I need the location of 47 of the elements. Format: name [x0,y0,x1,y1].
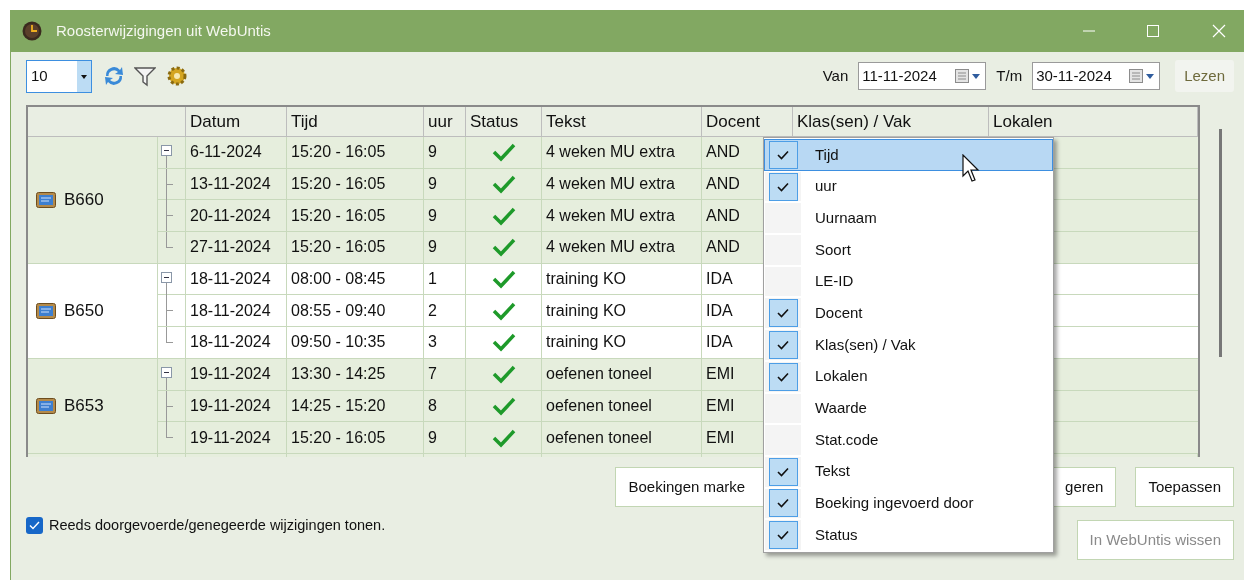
hour-cell: 3 [424,327,466,359]
text-cell: 4 weken MU extra [542,137,702,169]
hour-cell: 8 [424,390,466,423]
date-cell: 19-11-2024 [186,390,287,423]
text-cell: training KO [542,295,702,328]
hour-cell: 9 [424,422,466,454]
time-cell: 15:20 - 16:05 [287,200,424,233]
time-cell: 08:00 - 08:45 [287,263,424,296]
checkbox-label: Reeds doorgevoerde/genegeerde wijzigingen tonen. [49,516,386,535]
text-cell: 4 weken MU extra [542,232,702,264]
hour-cell: 9 [424,200,466,233]
hour-cell: 9 [424,232,466,264]
room-name: B653 [64,395,104,418]
text-cell: oefenen toneel [542,390,702,423]
date-cell: 6-11-2024 [186,137,287,169]
date-cell: 19-11-2024 [186,358,287,391]
time-cell: 15:20 - 16:05 [287,168,424,201]
time-cell: 15:20 - 16:05 [287,232,424,264]
time-cell: 14:25 - 15:20 [287,390,424,423]
date-cell: 18-11-2024 [186,263,287,296]
hour-cell: 1 [424,263,466,296]
time-cell: 13:30 - 14:25 [287,358,424,391]
room-name: B650 [64,300,104,323]
text-cell: oefenen toneel [542,422,702,454]
date-cell: 27-11-2024 [186,232,287,264]
room-name: B660 [64,189,104,212]
hour-cell: 9 [424,168,466,201]
date-cell: 18-11-2024 [186,295,287,328]
hour-cell: 7 [424,358,466,391]
time-cell: 09:50 - 10:35 [287,327,424,359]
date-cell: 19-11-2024 [186,422,287,454]
text-cell: training KO [542,327,702,359]
time-cell: 08:55 - 09:40 [287,295,424,328]
time-cell: 15:20 - 16:05 [287,137,424,169]
date-cell: 13-11-2024 [186,168,287,201]
text-cell: oefenen toneel [542,358,702,391]
date-cell: 18-11-2024 [186,327,287,359]
date-cell: 20-11-2024 [186,200,287,233]
from-label: Van [822,65,849,86]
to-label: T/m [996,65,1023,86]
text-cell: 4 weken MU extra [542,200,702,233]
time-cell: 15:20 - 16:05 [287,422,424,454]
window-title: Roosterwijzigingen uit WebUntis [56,20,271,41]
text-cell: 4 weken MU extra [542,168,702,201]
text-cell: training KO [542,263,702,296]
hour-cell: 9 [424,137,466,169]
hour-cell: 2 [424,295,466,328]
